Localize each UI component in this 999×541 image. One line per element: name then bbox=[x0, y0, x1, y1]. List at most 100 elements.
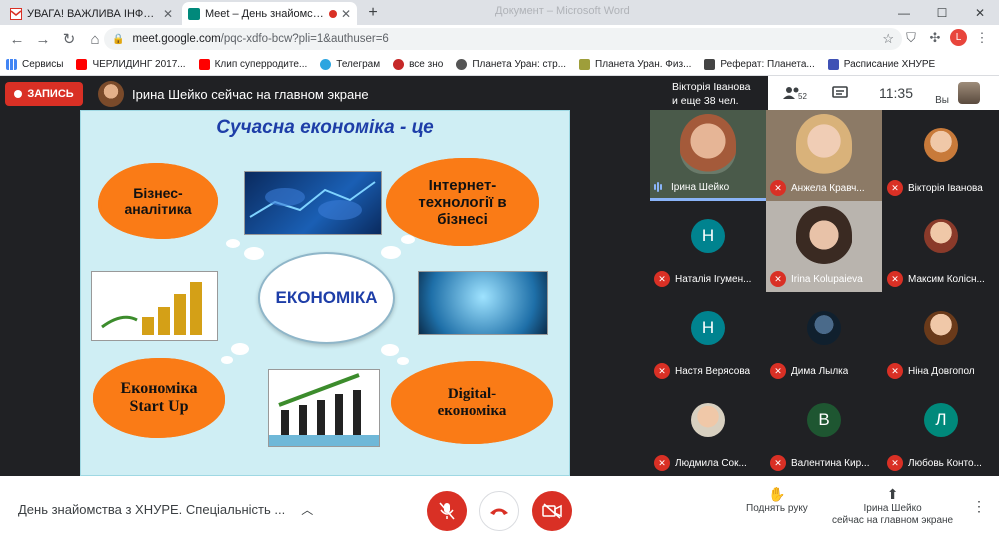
tab-meet[interactable]: Meet – День знайомства з ХНУРЕ ✕ bbox=[182, 2, 357, 25]
bubble-dot bbox=[381, 344, 399, 356]
meeting-title: День знайомства з ХНУРЕ. Спеціальність .… bbox=[18, 502, 286, 517]
bubble-dot bbox=[381, 246, 401, 259]
mic-off-icon: ✕ bbox=[887, 180, 903, 196]
lock-icon: 🔒 bbox=[112, 33, 125, 45]
cap-icon bbox=[704, 58, 716, 70]
participant-tile[interactable]: Л ✕ Любовь Конто... bbox=[883, 385, 999, 476]
maximize-icon[interactable]: ☐ bbox=[923, 0, 961, 25]
address-bar[interactable]: 🔒 meet.google.com/pqc-xdfo-bcw?pli=1&aut… bbox=[104, 28, 902, 50]
cloud-startup: Економіка Start Up bbox=[93, 358, 225, 438]
bubble-dot bbox=[231, 343, 249, 355]
participant-tile[interactable]: В ✕ Валентина Кир... bbox=[766, 385, 882, 476]
camera-toggle-button[interactable] bbox=[532, 491, 572, 531]
bookmark-item[interactable]: все зно bbox=[393, 58, 443, 70]
menu-dots-icon[interactable]: ⋮ bbox=[973, 30, 991, 46]
cloud-digital-economy: Digital- економіка bbox=[391, 361, 553, 444]
avatar bbox=[691, 403, 725, 437]
new-tab-button[interactable]: + bbox=[363, 3, 383, 23]
bubble-dot bbox=[397, 357, 409, 365]
participant-video bbox=[796, 205, 852, 265]
cloud-business-analytics: Бізнес- аналітика bbox=[98, 163, 218, 239]
raise-hand-button[interactable]: ✋ Поднять руку bbox=[746, 486, 808, 515]
youtube-icon bbox=[198, 58, 210, 70]
chat-button[interactable] bbox=[816, 86, 864, 100]
bookmark-item[interactable]: Реферат: Планета... bbox=[704, 58, 815, 70]
avatar bbox=[924, 219, 958, 253]
leave-call-button[interactable] bbox=[479, 491, 519, 531]
participant-name: Настя Верясова bbox=[675, 365, 751, 377]
tab-uvaga[interactable]: УВАГА! ВАЖЛИВА ІНФОРМАЦІЯ ✕ bbox=[4, 2, 179, 25]
participant-name: Наталія Ігумен... bbox=[675, 273, 752, 285]
bubble-dot bbox=[226, 239, 240, 248]
mic-off-icon: ✕ bbox=[887, 271, 903, 287]
bookmark-item[interactable]: Сервисы bbox=[6, 58, 63, 70]
meet-top-bar: 52 11:35 Вы bbox=[768, 76, 999, 110]
meeting-details[interactable]: День знайомства з ХНУРЕ. Спеціальність .… bbox=[18, 501, 313, 518]
mic-off-icon: ✕ bbox=[770, 455, 786, 471]
shield-icon[interactable]: ⛉ bbox=[902, 30, 920, 46]
back-icon[interactable]: ← bbox=[5, 27, 29, 51]
participant-tile[interactable]: ✕ Ніна Довгопол bbox=[883, 293, 999, 384]
participant-tile[interactable]: ✕ Irina Kolupaieva bbox=[766, 201, 882, 292]
clock: 11:35 bbox=[879, 85, 913, 101]
you-label: Вы bbox=[935, 94, 949, 106]
avatar: Н bbox=[691, 219, 725, 253]
internet-tech-image bbox=[418, 271, 548, 335]
present-button[interactable]: ⬆ Ірина Шейко сейчас на главном экране bbox=[832, 486, 953, 527]
recording-dot-icon bbox=[328, 9, 337, 18]
mic-off-icon: ✕ bbox=[770, 363, 786, 379]
self-view[interactable] bbox=[958, 82, 980, 104]
call-controls-bar: День знайомства з ХНУРЕ. Спеціальність .… bbox=[0, 476, 999, 541]
close-tab-icon[interactable]: ✕ bbox=[163, 7, 173, 21]
participant-name: Максим Колісн... bbox=[908, 273, 985, 285]
recording-badge[interactable]: ЗАПИСЬ bbox=[5, 82, 83, 106]
mic-off-icon: ✕ bbox=[887, 455, 903, 471]
participant-tile[interactable]: ✕ Дима Лылка bbox=[766, 293, 882, 384]
participant-tile[interactable]: ✕ Анжела Кравч... bbox=[766, 110, 882, 201]
startup-people-image bbox=[268, 369, 380, 447]
hand-icon: ✋ bbox=[768, 486, 786, 502]
participant-tile[interactable]: Н ✕ Наталія Ігумен... bbox=[650, 201, 766, 292]
mic-toggle-button[interactable] bbox=[427, 491, 467, 531]
hang-up-icon bbox=[490, 508, 508, 515]
extensions-area: ⛉ ✣ L ⋮ bbox=[902, 29, 991, 46]
bookmark-item[interactable]: ЧЕРЛИДИНГ 2017... bbox=[76, 58, 186, 70]
bookmark-item[interactable]: Расписание ХНУРЕ bbox=[827, 58, 935, 70]
bookmark-item[interactable]: Клип суперродите... bbox=[198, 58, 307, 70]
close-window-icon[interactable]: ✕ bbox=[961, 0, 999, 25]
avatar: Н bbox=[691, 311, 725, 345]
participant-tile[interactable]: ✕ Людмила Сок... bbox=[650, 385, 766, 476]
people-button[interactable]: 52 bbox=[768, 86, 816, 101]
chevron-up-icon[interactable]: ︿ bbox=[301, 501, 313, 518]
bookmark-item[interactable]: Планета Уран: стр... bbox=[456, 58, 566, 70]
youtube-icon bbox=[76, 58, 88, 70]
participant-name: Валентина Кир... bbox=[791, 457, 870, 469]
forward-icon[interactable]: → bbox=[31, 27, 55, 51]
present-screen-icon: ⬆ bbox=[886, 486, 899, 502]
presentation-slide: Сучасна економіка - це Бізнес- аналітика… bbox=[80, 110, 570, 476]
mic-off-icon: ✕ bbox=[654, 271, 670, 287]
bubble-dot bbox=[244, 247, 264, 260]
participant-tile[interactable]: Ірина Шейко bbox=[650, 110, 766, 201]
participant-tile[interactable]: Н ✕ Настя Верясова bbox=[650, 293, 766, 384]
reload-icon[interactable]: ↻ bbox=[57, 27, 81, 51]
mic-off-icon: ✕ bbox=[770, 180, 786, 196]
bookmark-item[interactable]: Планета Уран. Физ... bbox=[579, 58, 691, 70]
participant-tile[interactable]: ✕ Максим Колісн... bbox=[883, 201, 999, 292]
bookmarks-bar: Сервисы ЧЕРЛИДИНГ 2017... Клип суперроди… bbox=[0, 53, 999, 76]
slide-title: Сучасна економіка - це bbox=[216, 117, 434, 138]
puzzle-icon[interactable]: ✣ bbox=[926, 30, 944, 46]
participant-tile[interactable]: ✕ Вікторія Іванова bbox=[883, 110, 999, 201]
avatar bbox=[98, 81, 124, 107]
bookmark-star-icon[interactable]: ☆ bbox=[882, 31, 894, 47]
apps-grid-icon bbox=[6, 58, 17, 70]
url-host: meet.google.com bbox=[132, 33, 221, 45]
close-tab-icon[interactable]: ✕ bbox=[341, 7, 351, 21]
mic-off-icon: ✕ bbox=[887, 363, 903, 379]
more-options-icon[interactable]: ⋮ bbox=[972, 498, 986, 515]
participant-video bbox=[680, 114, 736, 174]
minimize-icon[interactable]: — bbox=[885, 0, 923, 25]
participant-summary: Вікторія Іванова и еще 38 чел. bbox=[672, 81, 751, 107]
profile-avatar[interactable]: L bbox=[950, 29, 967, 46]
bookmark-item[interactable]: Телеграм bbox=[320, 58, 380, 70]
